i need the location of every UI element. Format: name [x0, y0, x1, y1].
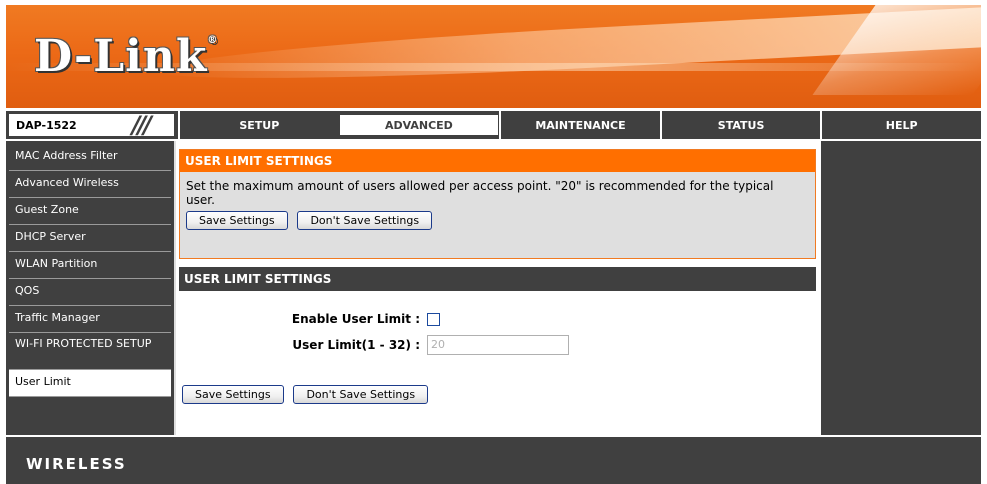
dlink-logo: D-Link® — [34, 31, 219, 82]
sidebar-item-qos[interactable]: QOS — [9, 279, 171, 306]
dont-save-settings-button-top[interactable]: Don't Save Settings — [297, 211, 433, 230]
sidebar-item-wifi-protected-setup[interactable]: WI-FI PROTECTED SETUP — [9, 333, 171, 370]
footer: WIRELESS — [6, 437, 981, 484]
dont-save-settings-button-bottom[interactable]: Don't Save Settings — [293, 385, 429, 404]
enable-user-limit-label: Enable User Limit : — [291, 312, 420, 326]
sidebar-item-traffic-manager[interactable]: Traffic Manager — [9, 306, 171, 333]
intro-title: USER LIMIT SETTINGS — [180, 150, 815, 172]
sidebar-item-wlan-partition[interactable]: WLAN Partition — [9, 252, 171, 279]
tab-status[interactable]: STATUS — [659, 111, 821, 139]
user-limit-input[interactable]: 20 — [427, 335, 569, 355]
enable-user-limit-checkbox[interactable] — [427, 312, 440, 326]
tab-advanced[interactable]: ADVANCED — [338, 114, 500, 136]
tab-help[interactable]: HELP — [820, 111, 981, 139]
tab-maintenance[interactable]: MAINTENANCE — [499, 111, 660, 139]
intro-description: Set the maximum amount of users allowed … — [186, 179, 774, 207]
help-column — [821, 141, 981, 435]
tab-setup[interactable]: SETUP — [178, 111, 339, 139]
intro-panel: USER LIMIT SETTINGS Set the maximum amou… — [179, 149, 816, 259]
intro-button-row: Save Settings Don't Save Settings — [180, 207, 815, 234]
sidebar-item-guest-zone[interactable]: Guest Zone — [9, 198, 171, 225]
save-settings-button-top[interactable]: Save Settings — [186, 211, 288, 230]
bottom-button-row: Save Settings Don't Save Settings — [182, 385, 434, 404]
sidebar-item-advanced-wireless[interactable]: Advanced Wireless — [9, 171, 171, 198]
enable-user-limit-row: Enable User Limit : — [179, 309, 816, 329]
top-navigation: DAP-1522 /// SETUP ADVANCED MAINTENANCE … — [6, 111, 981, 139]
settings-panel: USER LIMIT SETTINGS Enable User Limit : … — [179, 267, 816, 367]
header-banner: D-Link® — [6, 5, 981, 108]
settings-title: USER LIMIT SETTINGS — [179, 267, 816, 291]
user-limit-label: User Limit(1 - 32) : — [292, 338, 420, 352]
save-settings-button-bottom[interactable]: Save Settings — [182, 385, 284, 404]
model-label: DAP-1522 /// — [9, 111, 174, 139]
user-limit-row: User Limit(1 - 32) : 20 — [179, 335, 816, 355]
footer-wireless-label: WIRELESS — [26, 455, 127, 473]
sidebar-item-user-limit[interactable]: User Limit — [9, 370, 171, 397]
sidebar-item-mac-address-filter[interactable]: MAC Address Filter — [9, 144, 171, 171]
sidebar: MAC Address Filter Advanced Wireless Gue… — [6, 141, 174, 435]
main-content: USER LIMIT SETTINGS Set the maximum amou… — [174, 141, 819, 435]
slashes-decoration: /// — [131, 111, 152, 139]
sidebar-item-dhcp-server[interactable]: DHCP Server — [9, 225, 171, 252]
